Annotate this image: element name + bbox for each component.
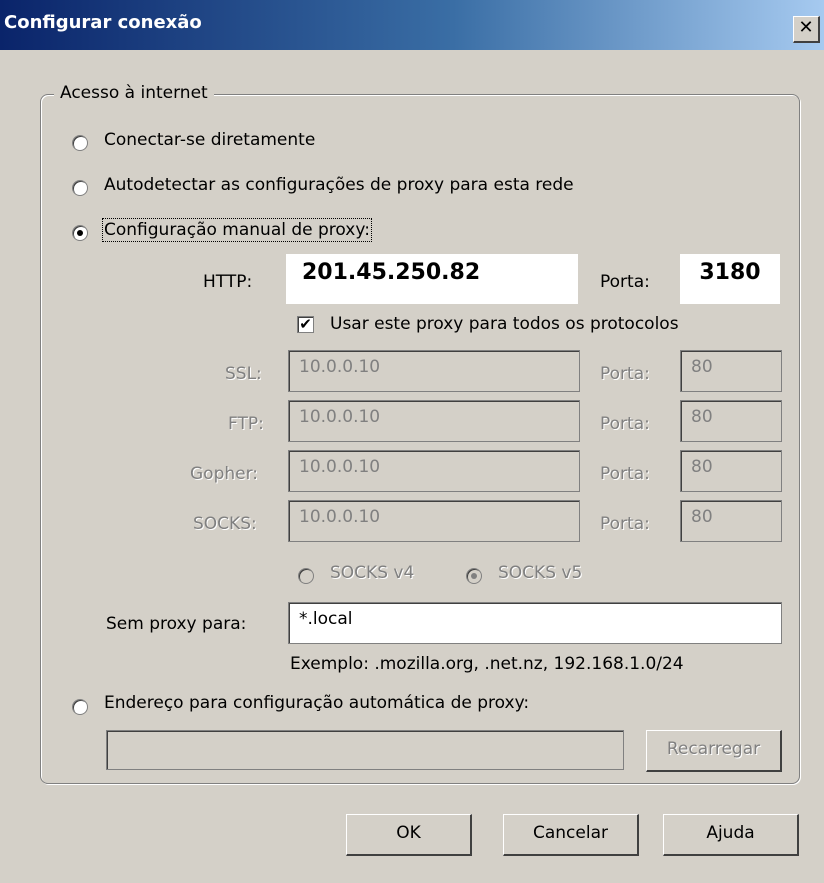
radio-pac[interactable]	[72, 699, 88, 715]
ftp-host-input[interactable]: 10.0.0.10	[288, 400, 580, 442]
gopher-port-input[interactable]: 80	[680, 450, 782, 492]
label-direct[interactable]: Conectar-se diretamente	[104, 130, 315, 150]
label-gopher: Gopher:	[190, 464, 259, 484]
label-socks-v4[interactable]: SOCKS v4	[330, 563, 414, 583]
socks-host-input[interactable]: 10.0.0.10	[288, 500, 580, 542]
label-use-all[interactable]: Usar este proxy para todos os protocolos	[330, 314, 679, 334]
label-gopher-port: Porta:	[600, 464, 650, 484]
http-port-input[interactable]: 3180	[680, 254, 780, 304]
ftp-port-input[interactable]: 80	[680, 400, 782, 442]
label-autodetect[interactable]: Autodetectar as configurações de proxy p…	[104, 175, 574, 195]
label-ssl-port: Porta:	[600, 364, 650, 384]
radio-socks-v4[interactable]	[298, 568, 314, 584]
radio-autodetect[interactable]	[72, 180, 88, 196]
label-socks-v5[interactable]: SOCKS v5	[498, 563, 582, 583]
use-all-checkbox[interactable]: ✔	[297, 316, 314, 333]
ssl-port-input[interactable]: 80	[680, 350, 782, 392]
window-title: Configurar conexão	[4, 12, 202, 33]
radio-dot	[77, 230, 83, 236]
reload-button[interactable]: Recarregar	[646, 730, 782, 772]
no-proxy-input[interactable]: *.local	[288, 602, 782, 644]
label-ftp-port: Porta:	[600, 414, 650, 434]
close-icon: ✕	[798, 17, 814, 38]
radio-direct[interactable]	[72, 135, 88, 151]
help-button[interactable]: Ajuda	[663, 814, 799, 856]
label-pac[interactable]: Endereço para configuração automática de…	[104, 693, 529, 713]
cancel-button[interactable]: Cancelar	[503, 814, 639, 856]
label-socks: SOCKS:	[193, 514, 257, 534]
radio-dot	[471, 573, 477, 579]
close-button[interactable]: ✕	[793, 16, 820, 43]
group-label: Acesso à internet	[54, 83, 214, 103]
pac-url-input[interactable]	[106, 730, 624, 770]
socks-port-input[interactable]: 80	[680, 500, 782, 542]
ssl-host-input[interactable]: 10.0.0.10	[288, 350, 580, 392]
http-host-input[interactable]: 201.45.250.82	[286, 254, 578, 304]
label-manual[interactable]: Configuração manual de proxy:	[102, 218, 372, 242]
label-socks-port: Porta:	[600, 514, 650, 534]
radio-socks-v5[interactable]	[466, 568, 482, 584]
label-ftp: FTP:	[228, 414, 264, 434]
label-no-proxy: Sem proxy para:	[106, 614, 247, 634]
label-http-port: Porta:	[600, 272, 650, 292]
no-proxy-example: Exemplo: .mozilla.org, .net.nz, 192.168.…	[290, 654, 684, 674]
radio-manual[interactable]	[72, 225, 88, 241]
gopher-host-input[interactable]: 10.0.0.10	[288, 450, 580, 492]
label-ssl: SSL:	[225, 364, 262, 384]
ok-button[interactable]: OK	[346, 814, 472, 856]
label-http: HTTP:	[203, 272, 253, 292]
